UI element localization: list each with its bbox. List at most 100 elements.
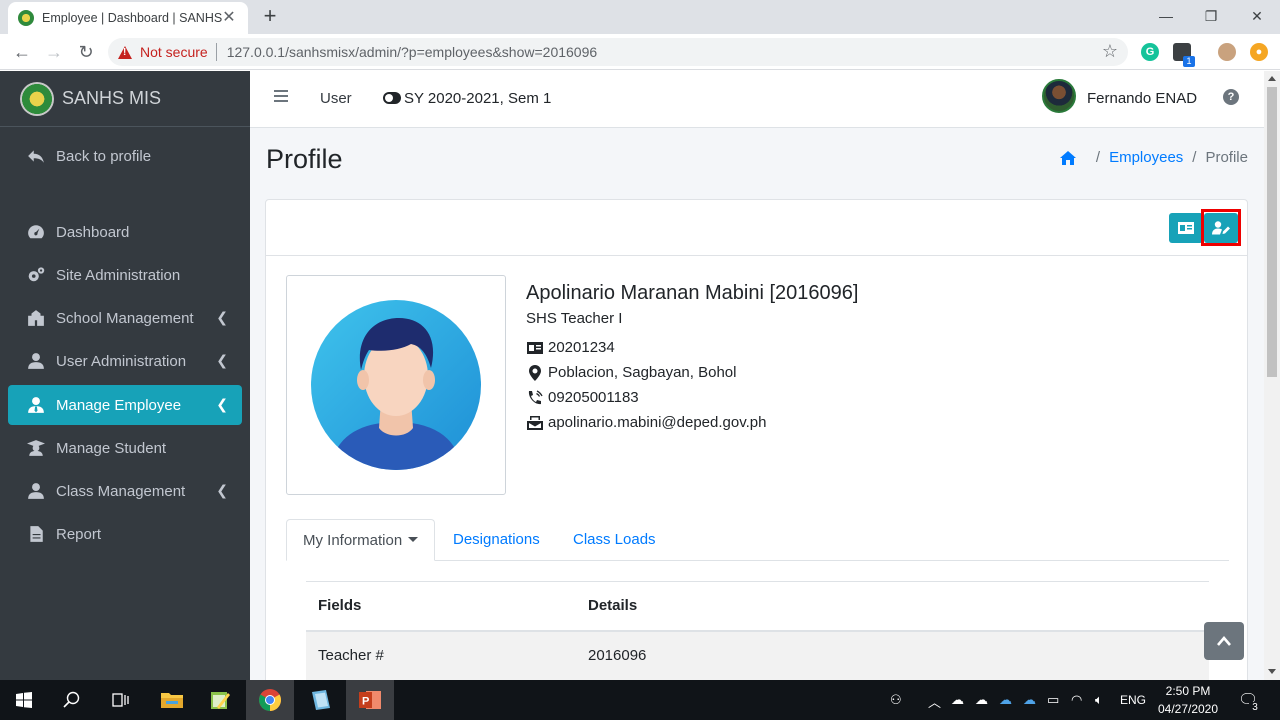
home-icon[interactable] [1059,150,1077,166]
clock-date[interactable]: 04/27/2020 [1152,702,1224,716]
scroll-down-arrow-icon[interactable] [1268,669,1276,674]
powerpoint-taskbar-icon[interactable]: P [346,680,394,720]
profile-avatar-icon[interactable] [1218,43,1236,61]
scroll-up-arrow-icon[interactable] [1268,76,1276,81]
scrollbar-thumb[interactable] [1267,87,1277,377]
sidebar-item-manage-student[interactable]: Manage Student [8,428,242,468]
battery-icon[interactable]: ▭ [1047,692,1059,708]
onedrive-business-icon[interactable]: ☁ [1023,692,1036,708]
brand[interactable]: SANHS MIS [0,71,250,127]
browser-toolbar: ← → ↻ Not secure 127.0.0.1/sanhsmisx/adm… [0,34,1280,70]
bookmark-star-icon[interactable]: ☆ [1102,41,1118,62]
tab-designations[interactable]: Designations [437,519,556,561]
reload-button[interactable]: ↻ [74,40,98,64]
people-icon[interactable]: ⚇ [890,692,902,708]
sidebar-item-back-to-profile[interactable]: Back to profile [8,136,242,176]
table-cell-detail: 2016096 [576,630,1209,680]
hamburger-menu-icon[interactable] [274,90,288,102]
tab-title: Employee | Dashboard | SANHS M [42,11,224,25]
close-tab-icon[interactable]: ✕ [220,9,238,27]
grammarly-extension-icon[interactable]: G [1141,43,1159,61]
user-tie-icon [26,396,46,414]
forward-button[interactable]: → [42,40,66,64]
breadcrumb-separator: / [1192,149,1197,166]
breadcrumb-employees[interactable]: Employees [1109,149,1183,166]
table-row: Teacher # 2016096 [306,630,1209,680]
sidebar-item-user-administration[interactable]: User Administration ❮ [8,341,242,381]
school-year-label[interactable]: SY 2020-2021, Sem 1 [404,90,551,107]
sidebar-item-manage-employee[interactable]: Manage Employee ❮ [8,385,242,425]
table-header-row: Fields Details [306,581,1209,632]
extension-badge: 1 [1183,56,1195,67]
volume-icon[interactable]: 🔈︎ [1095,692,1103,708]
page-scrollbar[interactable] [1264,71,1280,680]
user-icon [26,352,46,370]
tab-my-information[interactable]: My Information [286,519,436,561]
school-logo-icon [20,81,54,116]
breadcrumb-current: Profile [1205,149,1248,166]
user-name[interactable]: Fernando ENAD [1087,90,1197,107]
clock-time[interactable]: 2:50 PM [1152,684,1224,698]
employee-email[interactable]: apolinario.mabini@deped.gov.ph [548,414,766,431]
input-language[interactable]: ENG [1120,693,1146,707]
tab-label: Designations [453,531,540,548]
employee-address-line: Poblacion, Sagbayan, Bohol [526,364,736,381]
sidebar-item-class-management[interactable]: Class Management ❮ [8,471,242,511]
cloud-sync-icon[interactable]: ☁ [975,692,988,708]
notepad-taskbar-icon[interactable] [196,680,244,720]
user-avatar[interactable] [1042,79,1076,113]
show-hidden-icons-chevron-icon[interactable]: ︿ [928,692,941,711]
tab-label: My Information [303,532,403,549]
sidebar-item-dashboard[interactable]: Dashboard [8,212,242,252]
cogs-icon [26,266,46,284]
top-navbar: User SY 2020-2021, Sem 1 Fernando ENAD ? [250,71,1264,128]
employee-email-line: apolinario.mabini@deped.gov.ph [526,414,766,431]
file-explorer-taskbar-icon[interactable] [148,680,196,720]
wifi-icon[interactable]: ◠ [1071,692,1082,708]
cloud-upload-icon[interactable]: ☁ [951,692,964,708]
sidebar-item-label: Class Management [56,482,186,500]
sidebar-item-report[interactable]: Report [8,514,242,554]
new-tab-button[interactable]: + [258,5,282,29]
url-text[interactable]: 127.0.0.1/sanhsmisx/admin/?p=employees&s… [227,44,597,60]
back-to-top-button[interactable] [1204,622,1244,660]
employee-name: Apolinario Maranan Mabini [2016096] [526,282,859,304]
not-secure-label[interactable]: Not secure [140,44,208,60]
search-button[interactable] [48,680,96,720]
employee-id-number: 20201234 [548,339,615,356]
id-card-icon [1178,222,1194,234]
search-icon [63,691,80,708]
toggle-on-icon[interactable] [383,92,401,104]
notepad-icon [211,692,230,709]
onedrive-icon[interactable]: ☁ [999,692,1012,708]
help-icon[interactable]: ? [1223,89,1239,105]
column-header-fields: Fields [306,581,576,632]
minimize-window-button[interactable]: — [1148,4,1184,28]
book-app-icon [312,690,330,710]
browser-tab[interactable]: Employee | Dashboard | SANHS M ✕ [8,2,248,34]
windows-start-button[interactable] [0,680,48,720]
task-view-button[interactable] [96,680,144,720]
omnibox-divider [215,43,217,61]
avatar-illustration-icon [311,300,481,470]
sidebar-item-site-administration[interactable]: Site Administration [8,255,242,295]
file-icon [26,525,46,543]
back-arrow-icon [26,147,46,165]
chevron-left-icon: ❮ [216,309,228,325]
id-card-button[interactable] [1169,213,1203,243]
tab-class-loads[interactable]: Class Loads [557,519,672,561]
sidebar-item-label: Manage Student [56,439,167,457]
employee-phone-line: 09205001183 [526,389,639,406]
restore-window-button[interactable]: ❐ [1193,4,1229,28]
chrome-taskbar-icon[interactable] [246,680,294,720]
nav-user-link[interactable]: User [320,90,352,107]
folder-icon [161,693,183,708]
extension-orange-icon[interactable]: ● [1250,43,1268,61]
address-bar[interactable]: Not secure 127.0.0.1/sanhsmisx/admin/?p=… [108,38,1128,66]
back-button[interactable]: ← [10,40,34,64]
close-window-button[interactable]: ✕ [1239,4,1275,28]
app-taskbar-icon[interactable] [296,680,344,720]
breadcrumb-separator: / [1095,149,1101,166]
sidebar-item-school-management[interactable]: School Management ❮ [8,298,242,338]
employee-position: SHS Teacher I [526,310,623,327]
